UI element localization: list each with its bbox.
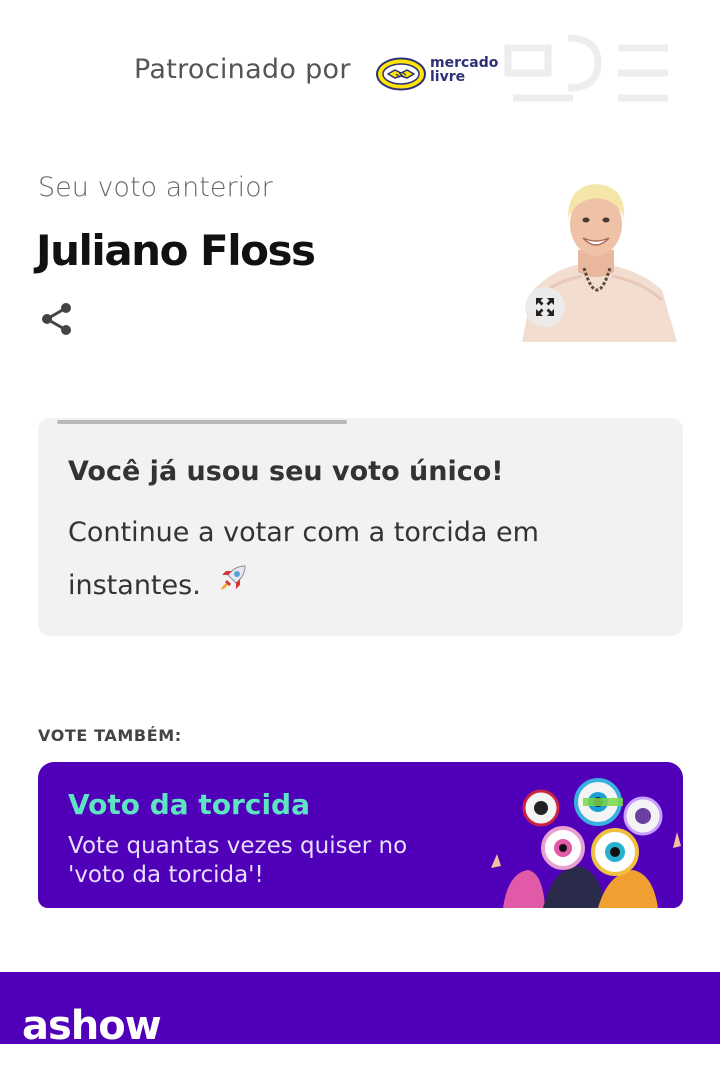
sponsor-label: Patrocinado por [134,54,351,85]
fan-vote-subtitle: Vote quantas vezes quiser no 'voto da to… [68,833,408,888]
countdown-progress-bar [57,420,347,424]
site-footer: ashow [0,972,720,1046]
expand-icon [536,298,554,316]
previous-vote-name: Juliano Floss [36,226,316,275]
vote-used-notice: Você já usou seu voto único! Continue a … [38,418,683,636]
notice-title: Você já usou seu voto único! [68,456,504,487]
brand-line-1: mercado [430,55,499,71]
mercado-livre-wordmark: mercado livre [430,56,498,84]
previous-vote-label: Seu voto anterior [38,172,273,203]
fan-vote-title: Voto da torcida [68,788,310,821]
ashow-logo[interactable]: ashow [22,1006,162,1046]
share-icon [42,303,71,335]
handshake-icon [376,57,426,91]
rocket-icon [215,560,251,614]
page: Patrocinado por mercado livre Seu voto a… [0,0,720,1074]
expand-photo-button[interactable] [525,287,565,327]
fan-vote-card[interactable]: Voto da torcida Vote quantas vezes quise… [38,762,683,908]
share-button[interactable] [38,300,76,338]
mercado-livre-logo[interactable]: mercado livre [376,52,506,96]
notice-body: Continue a votar com a torcida em instan… [68,506,628,614]
eye-mascots-illustration [491,778,681,908]
faded-watermark [504,34,668,102]
brand-line-2: livre [430,69,466,85]
notice-body-text: Continue a votar com a torcida em instan… [68,517,539,601]
sponsor-bar: Patrocinado por mercado livre [0,34,720,106]
vote-also-label: VOTE TAMBÉM: [38,726,182,745]
